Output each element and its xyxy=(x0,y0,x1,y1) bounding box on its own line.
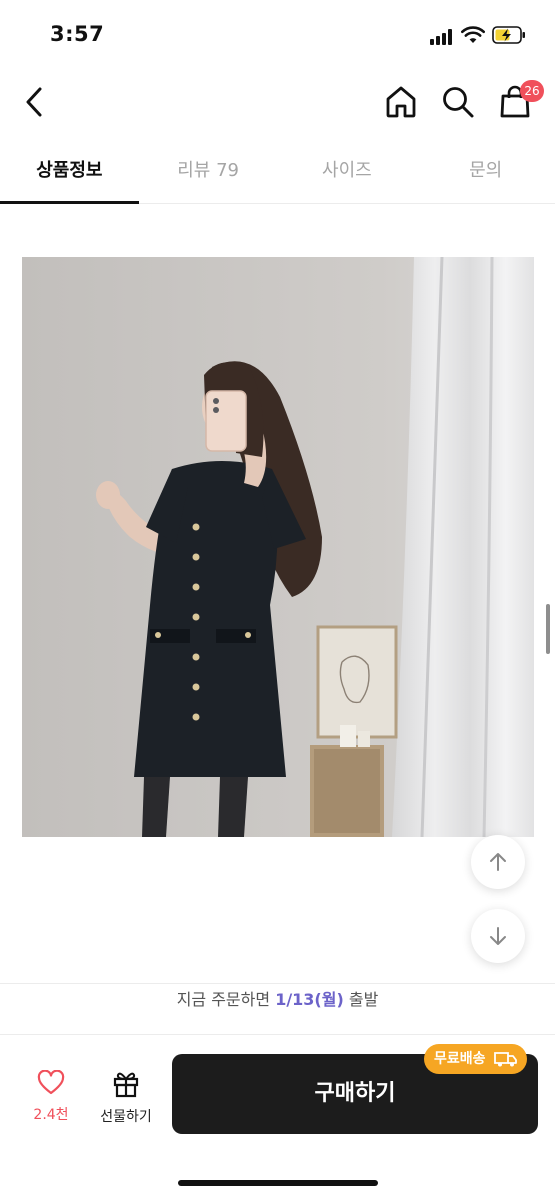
heart-icon xyxy=(37,1069,65,1095)
scrollbar-thumb[interactable] xyxy=(546,604,550,654)
truck-icon xyxy=(494,1052,517,1067)
tab-inquiry[interactable]: 문의 xyxy=(416,140,555,203)
shipping-suffix: 출발 xyxy=(343,990,379,1009)
gift-icon xyxy=(113,1072,139,1098)
scroll-up-button[interactable] xyxy=(471,835,525,889)
status-bar: 3:57 xyxy=(0,0,555,70)
gift-button[interactable]: 선물하기 xyxy=(92,1068,160,1132)
free-shipping-label: 무료배송 xyxy=(434,1051,486,1067)
shipping-notice: 지금 주문하면 1/13(월) 출발 xyxy=(0,983,555,1035)
tab-size[interactable]: 사이즈 xyxy=(278,140,417,203)
cellular-signal-icon xyxy=(430,29,454,45)
wifi-icon xyxy=(461,26,485,43)
navigation-bar: 26 xyxy=(0,70,555,134)
home-icon[interactable] xyxy=(383,84,419,120)
arrow-down-icon xyxy=(490,927,506,945)
search-icon[interactable] xyxy=(440,84,476,120)
product-photo xyxy=(22,257,534,837)
home-indicator xyxy=(178,1180,378,1186)
free-shipping-badge: 무료배송 xyxy=(424,1044,527,1074)
tab-product-info[interactable]: 상품정보 xyxy=(0,140,139,204)
tab-reviews[interactable]: 리뷰 79 xyxy=(139,140,278,203)
arrow-up-icon xyxy=(490,853,506,871)
like-button[interactable]: 2.4천 xyxy=(22,1069,80,1134)
like-count: 2.4천 xyxy=(33,1107,69,1123)
shipping-date: 1/13(월) xyxy=(275,990,344,1009)
battery-charging-icon xyxy=(492,26,525,44)
bottom-action-bar: 2.4천 선물하기 구매하기 무료배송 xyxy=(0,1036,555,1200)
scroll-down-button[interactable] xyxy=(471,909,525,963)
cart-count-badge: 26 xyxy=(520,80,544,102)
shipping-prefix: 지금 주문하면 xyxy=(176,990,276,1009)
gift-label: 선물하기 xyxy=(100,1109,152,1125)
status-time: 3:57 xyxy=(50,22,105,46)
product-photo-illustration xyxy=(22,257,534,837)
product-tabs: 상품정보 리뷰 79 사이즈 문의 xyxy=(0,140,555,204)
chevron-left-icon[interactable] xyxy=(20,84,50,120)
